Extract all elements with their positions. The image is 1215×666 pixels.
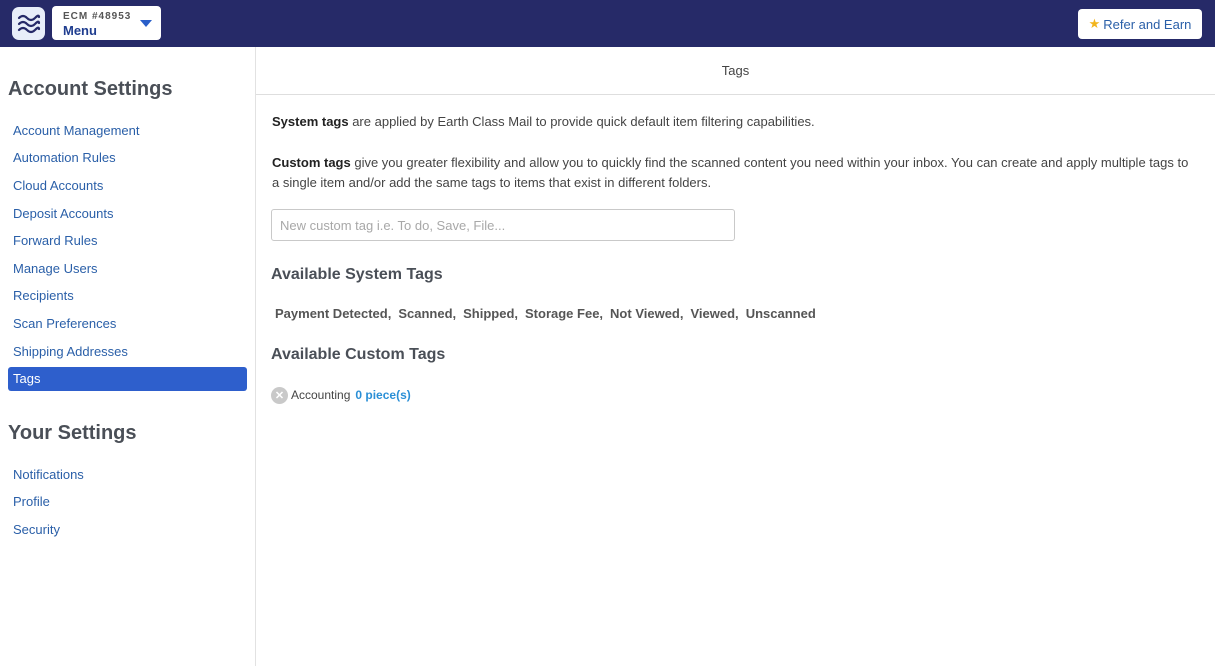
sidebar-item-notifications[interactable]: Notifications	[8, 463, 247, 487]
system-tags-heading: Available System Tags	[271, 266, 443, 283]
sidebar-item-cloud-accounts[interactable]: Cloud Accounts	[8, 174, 247, 198]
system-tag: Not Viewed,	[610, 306, 684, 321]
system-tags-description: System tags are applied by Earth Class M…	[272, 112, 1197, 132]
sidebar-item-scan-preferences[interactable]: Scan Preferences	[8, 312, 247, 336]
custom-tags-text: give you greater flexibility and allow y…	[272, 155, 1189, 190]
custom-tags-term: Custom tags	[272, 155, 351, 170]
system-tags-text: are applied by Earth Class Mail to provi…	[348, 114, 815, 129]
system-tag: Viewed,	[690, 306, 739, 321]
sidebar-item-manage-users[interactable]: Manage Users	[8, 257, 247, 281]
page-title: Tags	[721, 63, 750, 78]
sidebar-item-deposit-accounts[interactable]: Deposit Accounts	[8, 202, 247, 226]
custom-tags-heading: Available Custom Tags	[271, 346, 446, 363]
refer-and-earn-button[interactable]: ★ Refer and Earn	[1078, 9, 1202, 39]
account-number: ECM #48953	[63, 11, 132, 22]
panel-header: Tags	[256, 47, 1215, 95]
custom-tag-name: Accounting	[291, 388, 351, 402]
system-tags-term: System tags	[272, 114, 349, 129]
top-bar: ECM #48953 Menu ★ Refer and Earn	[0, 0, 1215, 47]
sidebar-item-recipients[interactable]: Recipients	[8, 284, 247, 308]
settings-sidebar: Account Settings Account Management Auto…	[0, 47, 256, 666]
sidebar-item-security[interactable]: Security	[8, 518, 247, 542]
system-tag: Payment Detected,	[275, 306, 392, 321]
system-tag: Scanned,	[398, 306, 457, 321]
system-tag: Unscanned	[745, 306, 816, 321]
tags-panel: Tags System tags are applied by Earth Cl…	[256, 47, 1215, 666]
account-settings-heading: Account Settings	[8, 78, 173, 100]
star-icon: ★	[1088, 16, 1101, 31]
new-custom-tag-input[interactable]	[271, 209, 735, 241]
logo-waves-icon[interactable]	[12, 7, 45, 40]
custom-tags-description: Custom tags give you greater flexibility…	[272, 153, 1197, 193]
system-tags-list: Payment Detected, Scanned, Shipped, Stor…	[275, 306, 823, 321]
remove-tag-icon[interactable]: ✕	[271, 386, 288, 404]
menu-dropdown-button[interactable]: ECM #48953 Menu	[52, 6, 161, 40]
sidebar-item-tags[interactable]: Tags	[8, 367, 247, 391]
menu-label: Menu	[63, 23, 97, 38]
refer-label: Refer and Earn	[1103, 16, 1192, 32]
custom-tag-row: ✕ Accounting 0 piece(s)	[271, 386, 411, 404]
your-settings-heading: Your Settings	[8, 422, 137, 444]
sidebar-item-forward-rules[interactable]: Forward Rules	[8, 229, 247, 253]
system-tag: Shipped,	[463, 306, 519, 321]
system-tag: Storage Fee,	[525, 306, 604, 321]
sidebar-item-profile[interactable]: Profile	[8, 490, 247, 514]
custom-tag-count-link[interactable]: 0 piece(s)	[355, 388, 410, 402]
sidebar-item-shipping-addresses[interactable]: Shipping Addresses	[8, 340, 247, 364]
sidebar-item-automation-rules[interactable]: Automation Rules	[8, 146, 247, 170]
sidebar-item-account-management[interactable]: Account Management	[8, 119, 247, 143]
caret-down-icon	[140, 20, 152, 27]
